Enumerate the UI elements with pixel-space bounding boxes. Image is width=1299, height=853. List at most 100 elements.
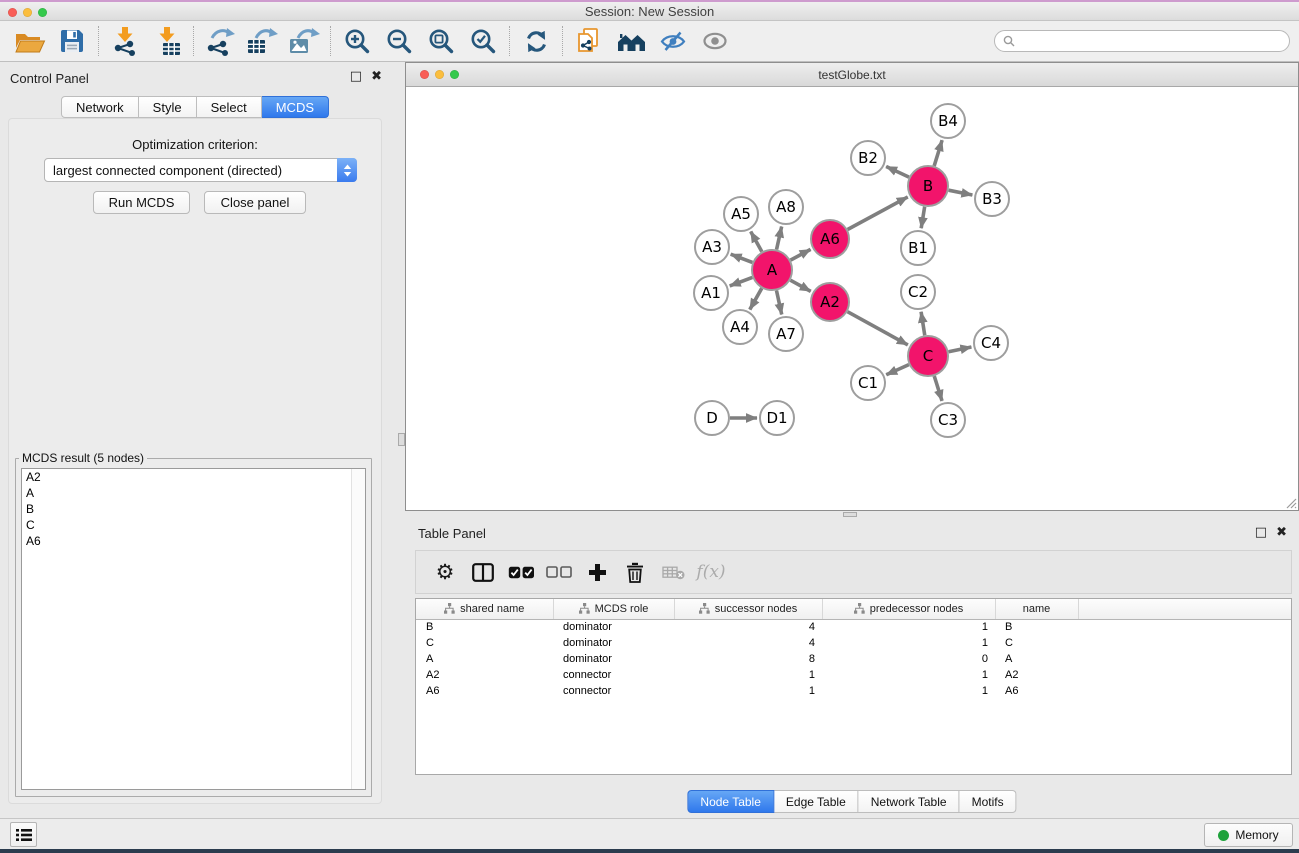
tab-style[interactable]: Style [139, 96, 197, 118]
edge-B-B3[interactable] [949, 190, 973, 195]
result-scrollbar[interactable] [351, 469, 365, 789]
import-table-button[interactable] [146, 23, 188, 59]
result-item[interactable]: C [22, 517, 365, 533]
edge-A-A4[interactable] [750, 288, 762, 309]
cell-successor-nodes[interactable]: 1 [674, 683, 822, 699]
edge-A-A5[interactable] [751, 231, 762, 251]
hide-selected-button[interactable] [652, 23, 694, 59]
cell-shared-name[interactable]: C [416, 635, 553, 651]
tab-network-table[interactable]: Network Table [859, 790, 960, 813]
edge-A-A8[interactable] [777, 227, 782, 250]
column-header-name[interactable]: name [995, 599, 1078, 619]
show-all-button[interactable] [694, 23, 736, 59]
edge-A6-B[interactable] [848, 197, 908, 230]
close-window-button[interactable] [8, 8, 17, 17]
edge-A-A2[interactable] [790, 280, 810, 291]
select-all-columns-button[interactable] [502, 553, 540, 591]
show-task-history-button[interactable] [10, 822, 37, 847]
edge-A-A6[interactable] [791, 249, 811, 260]
result-item[interactable]: A6 [22, 533, 365, 549]
graph-node-A4[interactable]: A4 [723, 310, 757, 344]
column-header-successor-nodes[interactable]: successor nodes [674, 599, 822, 619]
zoom-window-button[interactable] [38, 8, 47, 17]
column-header-MCDS-role[interactable]: MCDS role [553, 599, 674, 619]
cell-predecessor-nodes[interactable]: 1 [822, 619, 995, 635]
cell-successor-nodes[interactable]: 4 [674, 619, 822, 635]
table-settings-button[interactable]: ⚙ [426, 553, 464, 591]
tab-mcds[interactable]: MCDS [262, 96, 329, 118]
graph-node-B[interactable]: B [908, 166, 948, 206]
cell-MCDS-role[interactable]: connector [553, 667, 674, 683]
apply-layout-button[interactable] [515, 23, 557, 59]
zoom-selected-button[interactable] [462, 23, 504, 59]
table-row[interactable]: A6connector11A6 [416, 683, 1291, 699]
mcds-result-list[interactable]: A2ABCA6 [21, 468, 366, 790]
graph-node-C1[interactable]: C1 [851, 366, 885, 400]
cell-shared-name[interactable]: A2 [416, 667, 553, 683]
graph-node-A[interactable]: A [752, 250, 792, 290]
close-panel-icon[interactable]: ✖ [371, 69, 382, 84]
minimize-window-button[interactable] [23, 8, 32, 17]
cell-name[interactable]: A6 [995, 683, 1078, 699]
table-row[interactable]: Bdominator41B [416, 619, 1291, 635]
zoom-network-button[interactable] [450, 70, 459, 79]
cell-MCDS-role[interactable]: connector [553, 683, 674, 699]
criterion-select[interactable]: largest connected component (directed) [44, 158, 357, 182]
close-panel-button[interactable]: Close panel [204, 191, 306, 214]
deselect-all-columns-button[interactable] [540, 553, 578, 591]
graph-node-C2[interactable]: C2 [901, 275, 935, 309]
float-panel-icon[interactable]: □ [1255, 525, 1267, 540]
graph-node-A7[interactable]: A7 [769, 317, 803, 351]
close-panel-icon[interactable]: ✖ [1276, 525, 1287, 540]
graph-node-C[interactable]: C [908, 336, 948, 376]
show-column-selector-button[interactable] [464, 553, 502, 591]
save-session-button[interactable] [51, 23, 93, 59]
table-row[interactable]: A2connector11A2 [416, 667, 1291, 683]
horizontal-split-grip[interactable] [843, 512, 857, 517]
zoom-in-button[interactable] [336, 23, 378, 59]
search-field[interactable] [994, 30, 1290, 52]
graph-node-D1[interactable]: D1 [760, 401, 794, 435]
cell-predecessor-nodes[interactable]: 1 [822, 683, 995, 699]
resize-grip-icon[interactable] [1283, 495, 1297, 509]
delete-column-button[interactable] [616, 553, 654, 591]
cell-name[interactable]: A2 [995, 667, 1078, 683]
cell-predecessor-nodes[interactable]: 1 [822, 635, 995, 651]
edge-A-A7[interactable] [776, 291, 781, 315]
search-input[interactable] [1020, 34, 1281, 48]
clone-network-button[interactable] [568, 23, 610, 59]
graph-node-C3[interactable]: C3 [931, 403, 965, 437]
zoom-out-button[interactable] [378, 23, 420, 59]
open-session-button[interactable] [9, 23, 51, 59]
edge-B-B4[interactable] [934, 140, 942, 166]
float-panel-icon[interactable]: □ [350, 69, 362, 84]
export-network-button[interactable] [199, 23, 241, 59]
graph-node-B3[interactable]: B3 [975, 182, 1009, 216]
graph-node-A5[interactable]: A5 [724, 197, 758, 231]
graph-node-C4[interactable]: C4 [974, 326, 1008, 360]
graph-node-B2[interactable]: B2 [851, 141, 885, 175]
result-item[interactable]: A [22, 485, 365, 501]
tab-node-table[interactable]: Node Table [687, 790, 774, 813]
graph-node-A2[interactable]: A2 [811, 283, 849, 321]
cell-name[interactable]: C [995, 635, 1078, 651]
result-item[interactable]: A2 [22, 469, 365, 485]
graph-node-A1[interactable]: A1 [694, 276, 728, 310]
edge-C-C4[interactable] [949, 347, 972, 352]
tab-edge-table[interactable]: Edge Table [774, 790, 859, 813]
edge-A-A1[interactable] [730, 277, 753, 286]
tab-motifs[interactable]: Motifs [960, 790, 1017, 813]
import-network-button[interactable] [104, 23, 146, 59]
memory-button[interactable]: Memory [1204, 823, 1293, 847]
vertical-split-grip[interactable] [398, 433, 405, 446]
network-window-titlebar[interactable]: testGlobe.txt [406, 63, 1298, 87]
graph-node-A3[interactable]: A3 [695, 230, 729, 264]
graph-node-B4[interactable]: B4 [931, 104, 965, 138]
cell-MCDS-role[interactable]: dominator [553, 635, 674, 651]
tab-select[interactable]: Select [197, 96, 262, 118]
cell-successor-nodes[interactable]: 4 [674, 635, 822, 651]
zoom-fit-button[interactable] [420, 23, 462, 59]
cell-shared-name[interactable]: B [416, 619, 553, 635]
delete-table-button[interactable] [654, 553, 692, 591]
network-graph-canvas[interactable]: AA1A2A3A4A5A6A7A8BB1B2B3B4CC1C2C3C4DD1 [406, 87, 1298, 510]
